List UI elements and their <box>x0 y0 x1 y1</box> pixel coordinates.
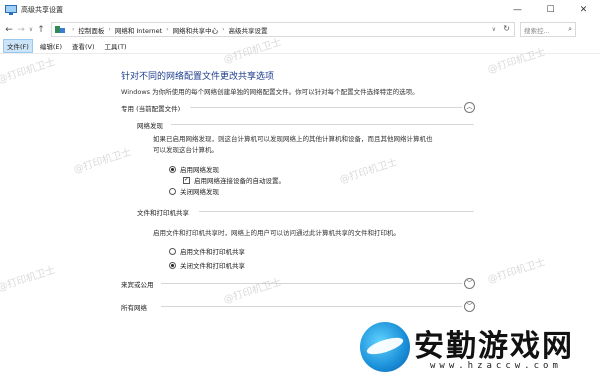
site-logo: 安勤游戏网 www.hzaccw.com <box>354 320 600 385</box>
search-placeholder: 搜索控... <box>524 26 550 35</box>
section-divider <box>161 306 462 307</box>
page-description: Windows 为你所使用的每个网络创建单独的网络配置文件。你可以针对每个配置文… <box>121 88 419 96</box>
radio-disable-discovery[interactable]: 关闭网络发现 <box>169 186 219 196</box>
option-label: 关闭文件和打印机共享 <box>180 262 245 270</box>
radio-selected-icon[interactable] <box>169 165 176 173</box>
up-button[interactable]: ↑ <box>35 23 47 37</box>
forward-button[interactable]: → <box>15 23 27 37</box>
radio-enable-sharing[interactable]: 启用文件和打印机共享 <box>169 246 245 256</box>
address-field[interactable]: › 控制面板 › 网络和 Internet › 网络和共享中心 › 高级共享设置… <box>51 22 515 37</box>
breadcrumb-separator-icon: › <box>222 26 225 33</box>
section-divider <box>190 107 462 108</box>
breadcrumb-control-panel[interactable]: 控制面板 <box>78 25 104 35</box>
address-dropdown-icon[interactable]: ∨ <box>492 26 496 33</box>
network-app-icon <box>5 5 17 15</box>
option-label: 启用网络连接设备的自动设置。 <box>194 177 285 185</box>
search-icon[interactable]: ⌕ <box>568 25 572 34</box>
radio-unselected-icon[interactable] <box>169 247 176 255</box>
radio-selected-icon[interactable] <box>169 261 176 269</box>
logo-brand-text: 安勤游戏网 <box>414 329 574 364</box>
menu-view[interactable]: 查看(V) <box>69 40 98 52</box>
recent-locations-dropdown[interactable]: ∨ <box>27 23 35 37</box>
close-button[interactable]: ✕ <box>567 0 600 20</box>
profile-all-networks-header[interactable]: 所有网络 <box>121 302 147 312</box>
breadcrumb-network-internet[interactable]: 网络和 Internet <box>115 25 162 35</box>
back-button[interactable]: ← <box>3 23 15 37</box>
option-label: 启用网络发现 <box>180 166 219 174</box>
radio-disable-sharing[interactable]: 关闭文件和打印机共享 <box>169 260 245 270</box>
breadcrumb-separator-icon: › <box>166 26 169 33</box>
breadcrumb-advanced-sharing[interactable]: 高级共享设置 <box>229 25 268 35</box>
radio-unselected-icon[interactable] <box>169 187 176 195</box>
expand-chevron-icon[interactable]: ﹀ <box>464 278 475 289</box>
page-title: 针对不同的网络配置文件更改共享选项 <box>121 72 275 82</box>
title-bar: 高级共享设置 — ☐ ✕ <box>0 0 600 20</box>
menu-file[interactable]: 文件(F) <box>3 39 33 53</box>
maximize-button[interactable]: ☐ <box>534 0 567 20</box>
section-divider <box>161 283 462 284</box>
network-discovery-desc-line2: 可以发现这台计算机。 <box>153 146 218 154</box>
control-panel-icon <box>55 25 65 34</box>
breadcrumb-sharing-center[interactable]: 网络和共享中心 <box>173 25 219 35</box>
option-label: 关闭网络发现 <box>180 188 219 196</box>
minimize-button[interactable]: — <box>501 0 534 20</box>
checkbox-checked-icon[interactable]: ✓ <box>183 176 190 184</box>
breadcrumb-separator-icon: › <box>72 26 75 33</box>
network-discovery-desc-line1: 如果已启用网络发现，则这台计算机可以发现网络上的其他计算机和设备，而且其他网络计… <box>153 135 433 143</box>
collapse-chevron-icon[interactable]: ︿ <box>464 102 475 113</box>
checkbox-auto-setup[interactable]: ✓ 启用网络连接设备的自动设置。 <box>183 175 285 185</box>
profile-private-header[interactable]: 专用 (当前配置文件) <box>121 103 180 113</box>
file-sharing-desc: 启用文件和打印机共享时，网络上的用户可以访问通过此计算机共享的文件和打印机。 <box>153 229 400 237</box>
menu-bar: 文件(F) 编辑(E) 查看(V) 工具(T) <box>0 39 600 53</box>
search-input[interactable]: 搜索控... ⌕ <box>520 22 576 37</box>
section-divider <box>171 124 474 125</box>
window-title: 高级共享设置 <box>21 6 63 14</box>
breadcrumb-separator-icon: › <box>108 26 111 33</box>
logo-url-text: www.hzaccw.com <box>430 361 562 371</box>
radio-enable-discovery[interactable]: 启用网络发现 <box>169 164 219 174</box>
file-sharing-heading: 文件和打印机共享 <box>137 209 189 217</box>
expand-chevron-icon[interactable]: ﹀ <box>464 301 475 312</box>
profile-guest-header[interactable]: 来宾或公用 <box>121 279 154 289</box>
menu-tools[interactable]: 工具(T) <box>102 40 130 52</box>
navigation-bar: ← → ∨ ↑ › 控制面板 › 网络和 Internet › 网络和共享中心 … <box>0 20 600 39</box>
menu-edit[interactable]: 编辑(E) <box>37 40 65 52</box>
option-label: 启用文件和打印机共享 <box>180 248 245 256</box>
refresh-icon[interactable]: ↻ <box>503 24 510 33</box>
section-divider <box>199 211 474 212</box>
network-discovery-heading: 网络发现 <box>137 122 163 130</box>
